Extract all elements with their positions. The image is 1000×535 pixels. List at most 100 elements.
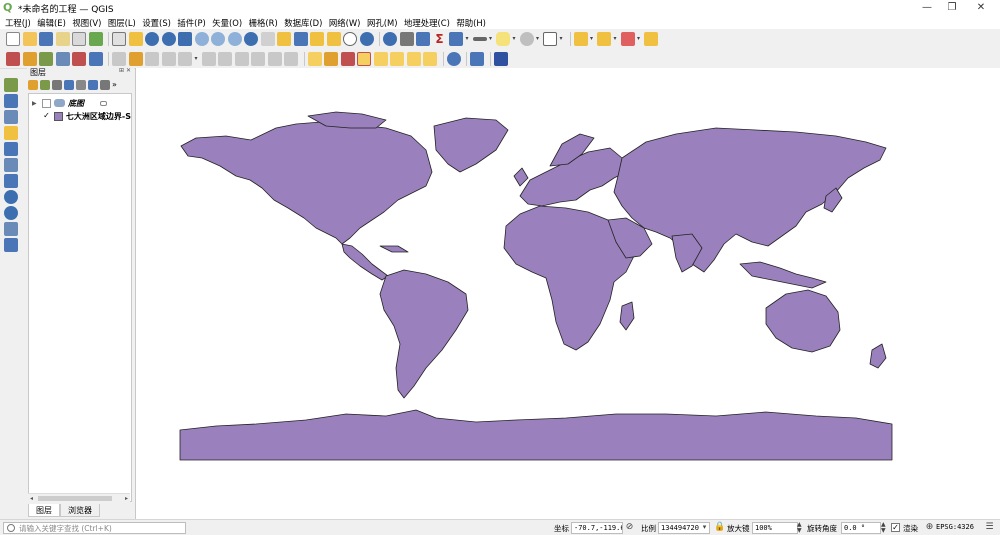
layer-visibility-checkbox[interactable] [42, 98, 51, 108]
crs-globe-icon[interactable]: ⊕ [924, 522, 935, 533]
menu-raster[interactable]: 栅格(R) [249, 17, 278, 29]
toggle-extents-icon[interactable]: ⊘ [624, 522, 635, 533]
chevron-down-icon[interactable]: ▾ [560, 32, 565, 46]
menu-view[interactable]: 视图(V) [72, 17, 101, 29]
open-styling-icon[interactable] [28, 80, 38, 90]
chevron-down-icon[interactable]: ▾ [489, 32, 494, 46]
new-geopackage-icon[interactable] [22, 51, 37, 66]
close-button[interactable]: ✕ [966, 0, 996, 16]
identify-icon[interactable] [383, 32, 397, 46]
rotation-spinner-icon[interactable]: ▲ ▼ [881, 522, 886, 534]
horizontal-scrollbar[interactable]: ◂ ▸ [28, 493, 130, 502]
label-tool-icon[interactable] [307, 51, 322, 66]
layer-tree-row[interactable]: ▶ 底图 [29, 97, 131, 109]
add-geopackage-icon[interactable] [4, 142, 18, 156]
menu-edit[interactable]: 编辑(E) [37, 17, 66, 29]
expand-all-icon[interactable] [88, 80, 98, 90]
pan-to-selection-icon[interactable] [128, 32, 143, 46]
select-by-value-icon[interactable] [597, 32, 611, 46]
magnifier-field[interactable]: 100% [752, 522, 798, 534]
rotation-field[interactable]: 0.0 ° [841, 522, 881, 534]
copy-features-icon[interactable] [234, 51, 249, 66]
zoom-full-icon[interactable] [178, 32, 192, 46]
current-edits-icon[interactable] [112, 51, 126, 66]
select-features-icon[interactable] [573, 32, 588, 46]
zoom-native-icon[interactable] [227, 32, 242, 46]
toggle-editing-pencil-icon[interactable] [128, 51, 143, 66]
layout-manager-icon[interactable] [72, 32, 86, 46]
add-mesh-layer-icon[interactable] [72, 51, 86, 66]
decorations-icon[interactable] [519, 32, 534, 46]
chevron-down-icon[interactable]: ▾ [614, 32, 619, 46]
menu-web[interactable]: 网络(W) [329, 17, 361, 29]
zoom-in-icon[interactable] [145, 32, 159, 46]
new-layout-icon[interactable] [55, 32, 70, 46]
menu-processing[interactable]: 地理处理(C) [404, 17, 450, 29]
add-postgis-icon[interactable] [4, 174, 18, 188]
menu-help[interactable]: 帮助(H) [456, 17, 486, 29]
change-label-icon[interactable] [406, 51, 421, 66]
messages-icon[interactable]: ☰ [984, 522, 995, 533]
add-delimited-text-icon[interactable] [4, 126, 18, 140]
map-tips-icon[interactable] [496, 32, 510, 46]
layer-name[interactable]: 底图 [68, 98, 84, 109]
undo-icon[interactable] [267, 51, 282, 66]
zoom-next-icon[interactable] [260, 32, 275, 46]
statistics-sigma-icon[interactable]: Σ [433, 32, 447, 46]
temporal-controller-icon[interactable] [343, 32, 357, 46]
scrollbar-thumb[interactable] [38, 496, 112, 501]
menu-mesh[interactable]: 网孔(M) [367, 17, 398, 29]
add-spatialite-icon[interactable] [4, 158, 18, 172]
menu-settings[interactable]: 设置(S) [142, 17, 171, 29]
deselect-icon[interactable] [620, 32, 635, 46]
add-raster-layer-icon[interactable] [4, 94, 18, 108]
chevron-down-icon[interactable]: ▾ [699, 522, 710, 533]
attribute-table-icon[interactable] [449, 32, 463, 46]
locator-search[interactable]: 请输入关键字查找 (Ctrl+K) [3, 522, 186, 534]
text-annotation-icon[interactable] [543, 32, 557, 46]
save-project-icon[interactable] [39, 32, 53, 46]
add-virtual-layer-icon[interactable] [4, 238, 18, 252]
menu-database[interactable]: 数据库(D) [284, 17, 322, 29]
pan-icon[interactable] [112, 32, 126, 46]
render-checkbox[interactable]: ✓ [891, 523, 900, 532]
pin-labels-icon[interactable] [340, 51, 355, 66]
style-manager-icon[interactable] [88, 32, 103, 46]
zoom-last-icon[interactable] [244, 32, 258, 46]
collapse-all-icon[interactable] [100, 80, 110, 90]
tab-layers[interactable]: 图层 [28, 504, 60, 517]
measure-icon[interactable] [472, 37, 487, 41]
add-wfs-icon[interactable] [4, 206, 18, 220]
filter-legend-icon[interactable] [64, 80, 74, 90]
add-wms-icon[interactable] [4, 190, 18, 204]
paste-features-icon[interactable] [251, 51, 265, 66]
add-mesh-layer-icon[interactable] [4, 110, 18, 124]
chevron-down-icon[interactable]: ▾ [637, 32, 642, 46]
move-label-icon[interactable] [373, 51, 388, 66]
menu-plugins[interactable]: 插件(P) [177, 17, 205, 29]
refresh-icon[interactable] [359, 32, 374, 46]
tab-browser[interactable]: 浏览器 [60, 504, 100, 517]
lock-scale-icon[interactable]: 🔒 [714, 522, 725, 533]
settings-gear-icon[interactable] [416, 32, 430, 46]
expand-arrow-icon[interactable]: ▶ [32, 100, 40, 107]
open-project-icon[interactable] [22, 32, 37, 46]
manage-themes-icon[interactable] [52, 80, 62, 90]
new-map-view-icon[interactable] [277, 32, 291, 46]
show-bookmarks-icon[interactable] [326, 32, 341, 46]
layer-tree-row[interactable]: ✓ 七大洲区域边界-S [29, 110, 131, 122]
layer-labeling-icon[interactable] [324, 51, 338, 66]
chevron-down-icon[interactable]: ▾ [513, 32, 518, 46]
menu-project[interactable]: 工程(J) [5, 17, 31, 29]
filter-expression-icon[interactable] [76, 80, 86, 90]
rotate-label-icon[interactable] [390, 51, 404, 66]
new-3d-view-icon[interactable] [293, 32, 308, 46]
save-edits-icon[interactable] [145, 51, 159, 66]
add-vector-layer-icon[interactable] [4, 78, 18, 92]
layer-tree[interactable]: ▶ 底图 ✓ 七大洲区域边界-S [28, 93, 132, 502]
select-location-icon[interactable] [644, 32, 658, 46]
show-hide-labels-icon[interactable] [357, 51, 371, 66]
add-raster-layer-icon[interactable] [55, 51, 70, 66]
scroll-left-icon[interactable]: ◂ [30, 494, 33, 503]
add-csv-layer-icon[interactable] [88, 51, 103, 66]
